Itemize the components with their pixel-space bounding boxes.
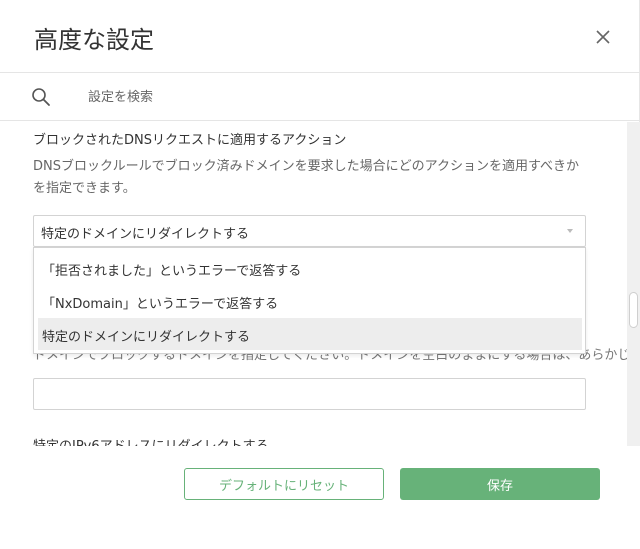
chevron-down-icon	[567, 229, 573, 233]
setting-title: ブロックされたDNSリクエストに適用するアクション	[33, 133, 347, 148]
setting-description: DNSブロックルールでブロック済みドメインを要求した場合にどのアクションを適用す…	[33, 159, 580, 196]
search-icon	[31, 87, 51, 107]
redirect-address-input[interactable]	[33, 378, 586, 410]
save-button[interactable]: 保存	[400, 468, 600, 500]
blocking-action-dropdown-menu: 「拒否されました」というエラーで返答する 「NxDomain」というエラーで返答…	[33, 247, 586, 354]
dropdown-option-refused[interactable]: 「拒否されました」というエラーで返答する	[38, 252, 582, 284]
advanced-settings-dialog: 高度な設定 ブロックされたDNSリクエストに適用するアクション DNSブロックル…	[0, 0, 640, 549]
option-label: 「NxDomain」というエラーで返答する	[42, 297, 279, 312]
dialog-footer: デフォルトにリセット 保存	[0, 446, 640, 549]
blocking-action-select[interactable]: 特定のドメインにリダイレクトする	[33, 215, 586, 247]
dropdown-option-nxdomain[interactable]: 「NxDomain」というエラーで返答する	[38, 285, 582, 317]
reset-to-default-button[interactable]: デフォルトにリセット	[184, 468, 384, 500]
select-current-value: 特定のドメインにリダイレクトする	[41, 227, 250, 242]
ipv6-redirect-label: 特定のIPv6アドレスにリダイレクトする	[33, 435, 269, 446]
option-label: 特定のドメインにリダイレクトする	[42, 330, 251, 345]
scrollbar-track[interactable]	[627, 122, 640, 446]
dialog-header: 高度な設定	[0, 0, 640, 73]
dialog-title: 高度な設定	[34, 26, 154, 54]
settings-search-bar	[0, 73, 640, 121]
dropdown-option-redirect[interactable]: 特定のドメインにリダイレクトする	[38, 318, 582, 350]
close-icon[interactable]	[592, 26, 614, 48]
scrollbar-thumb[interactable]	[629, 292, 638, 328]
settings-search-input[interactable]	[88, 85, 588, 109]
option-label: 「拒否されました」というエラーで返答する	[42, 264, 302, 279]
